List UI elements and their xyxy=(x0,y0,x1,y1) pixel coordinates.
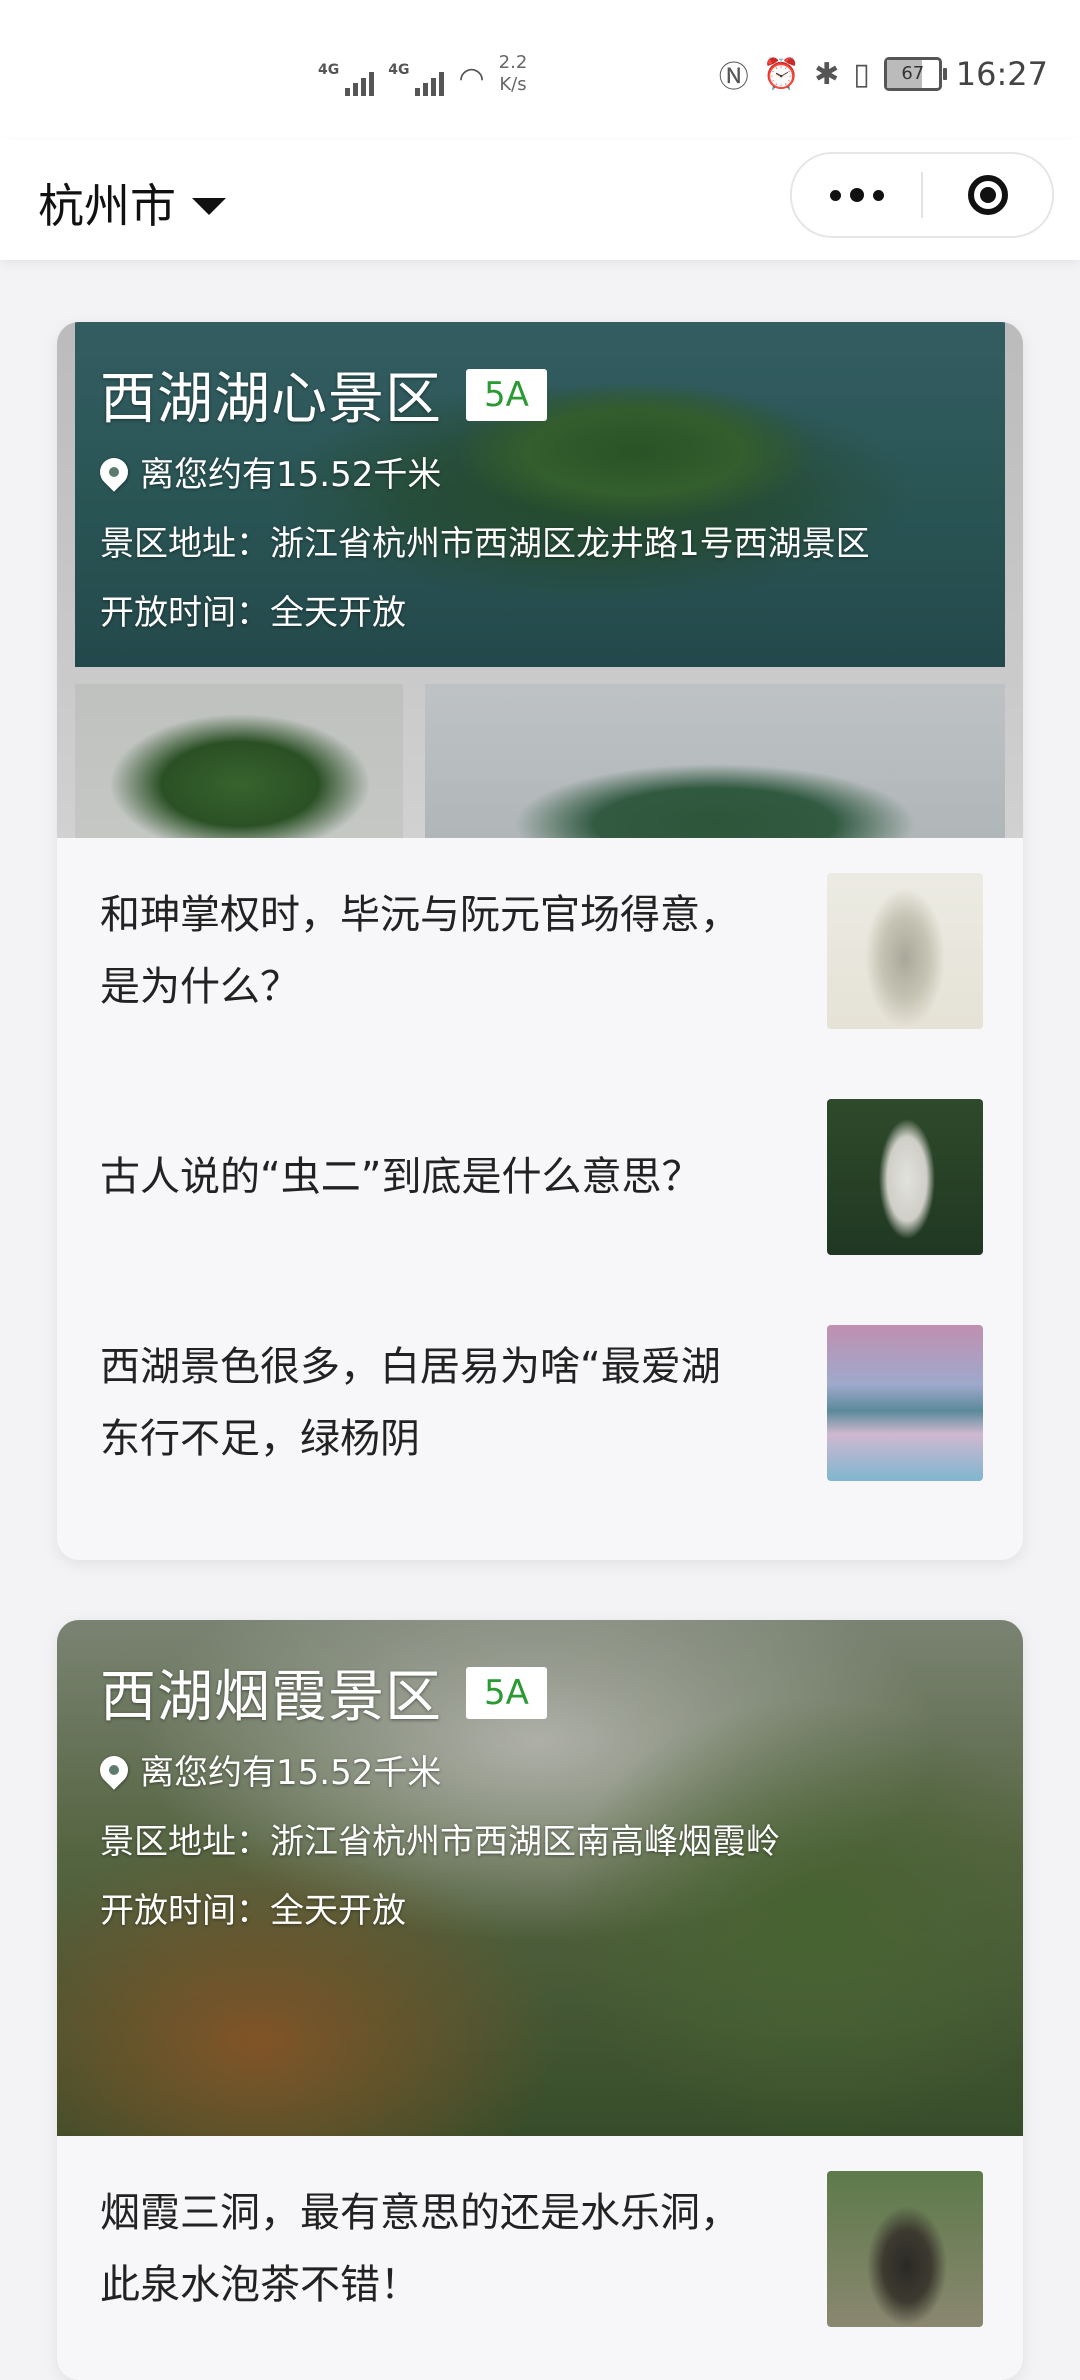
distance-row: 离您约有15.52千米 xyxy=(94,1745,983,1794)
article-thumbnail xyxy=(827,873,983,1029)
location-pin-icon xyxy=(94,451,134,492)
network-type-1: 4G xyxy=(318,62,340,78)
battery-level: 67 xyxy=(901,63,925,84)
clock: 16:27 xyxy=(955,55,1048,93)
caret-down-icon xyxy=(192,197,226,215)
article-item[interactable]: 古人说的“虫二”到底是什么意思？ xyxy=(100,1064,983,1290)
article-title: 西湖景色很多，白居易为啥“最爱湖东行不足，绿杨阴 xyxy=(100,1344,721,1462)
scenic-card[interactable]: 西湖湖心景区 5A 离您约有15.52千米 景区地址：浙江省杭州市西湖区龙井路1… xyxy=(57,322,1023,1560)
target-icon xyxy=(967,175,1008,215)
scenic-address: 景区地址：浙江省杭州市西湖区龙井路1号西湖景区 xyxy=(100,524,870,564)
network-speed: 2.2 K/s xyxy=(499,52,528,96)
nfc-icon: Ⓝ xyxy=(718,60,749,95)
article-thumbnail xyxy=(827,1099,983,1255)
bluetooth-icon: ✱ xyxy=(814,56,840,92)
article-title: 烟霞三洞，最有意思的还是水乐洞，此泉水泡茶不错！ xyxy=(100,2190,740,2308)
cellular-signal-2-icon: 4G xyxy=(388,62,445,96)
status-right: Ⓝ ⏰ ✱ ▯ 67 16:27 xyxy=(719,52,1048,96)
article-list: 烟霞三洞，最有意思的还是水乐洞，此泉水泡茶不错！ xyxy=(57,2136,1023,2362)
battery-icon: 67 xyxy=(883,57,947,91)
distance-text: 离您约有15.52千米 xyxy=(140,455,442,495)
scenic-title: 西湖烟霞景区 xyxy=(100,1665,442,1730)
scenic-title: 西湖湖心景区 xyxy=(100,367,442,432)
speed-unit: K/s xyxy=(499,74,527,95)
more-dot-icon xyxy=(849,188,864,202)
distance-text: 离您约有15.52千米 xyxy=(140,1753,442,1793)
alarm-icon: ⏰ xyxy=(762,56,801,92)
rating-badge: 5A xyxy=(466,1666,547,1719)
article-list: 和珅掌权时，毕沅与阮元官场得意，是为什么？ 古人说的“虫二”到底是什么意思？ 西… xyxy=(57,838,1023,1516)
scenic-hero-image[interactable]: 西湖湖心景区 5A 离您约有15.52千米 景区地址：浙江省杭州市西湖区龙井路1… xyxy=(57,322,1023,838)
article-title: 和珅掌权时，毕沅与阮元官场得意，是为什么？ xyxy=(100,892,740,1010)
scenic-info: 西湖湖心景区 5A 离您约有15.52千米 景区地址：浙江省杭州市西湖区龙井路1… xyxy=(94,354,983,634)
city-label: 杭州市 xyxy=(38,179,176,233)
article-item[interactable]: 西湖景色很多，白居易为啥“最爱湖东行不足，绿杨阴 xyxy=(100,1290,983,1516)
location-pin-icon xyxy=(94,1749,134,1790)
article-title: 古人说的“虫二”到底是什么意思？ xyxy=(100,1154,702,1200)
miniprogram-capsule xyxy=(790,152,1054,238)
title-row: 西湖湖心景区 5A xyxy=(100,354,983,435)
network-indicators: 4G 4G ◠ 2.2 K/s xyxy=(318,52,527,96)
close-miniprogram-button[interactable] xyxy=(923,154,1052,236)
scenic-info: 西湖烟霞景区 5A 离您约有15.52千米 景区地址：浙江省杭州市西湖区南高峰烟… xyxy=(94,1652,983,1932)
more-button[interactable] xyxy=(792,154,921,236)
article-item[interactable]: 烟霞三洞，最有意思的还是水乐洞，此泉水泡茶不错！ xyxy=(100,2136,983,2362)
scenic-hero-image[interactable]: 西湖烟霞景区 5A 离您约有15.52千米 景区地址：浙江省杭州市西湖区南高峰烟… xyxy=(57,1620,1023,2136)
title-row: 西湖烟霞景区 5A xyxy=(100,1652,983,1733)
opening-hours: 开放时间：全天开放 xyxy=(100,593,406,633)
distance-row: 离您约有15.52千米 xyxy=(94,447,983,496)
status-bar: 4G 4G ◠ 2.2 K/s Ⓝ ⏰ ✱ ▯ 67 16:27 xyxy=(0,0,1080,140)
article-item[interactable]: 和珅掌权时，毕沅与阮元官场得意，是为什么？ xyxy=(100,838,983,1064)
wifi-icon: ◠ xyxy=(458,61,485,96)
article-thumbnail xyxy=(827,2171,983,2327)
more-dot-icon xyxy=(829,189,841,201)
speed-value: 2.2 xyxy=(498,52,528,73)
network-type-2: 4G xyxy=(388,62,410,78)
rating-badge: 5A xyxy=(466,368,547,421)
city-selector[interactable]: 杭州市 xyxy=(38,170,226,236)
cellular-signal-1-icon: 4G xyxy=(318,62,375,96)
opening-hours: 开放时间：全天开放 xyxy=(100,1891,406,1931)
vibrate-icon: ▯ xyxy=(853,56,870,92)
scenic-card[interactable]: 西湖烟霞景区 5A 离您约有15.52千米 景区地址：浙江省杭州市西湖区南高峰烟… xyxy=(57,1620,1023,2380)
article-thumbnail xyxy=(827,1325,983,1481)
more-dot-icon xyxy=(872,189,884,201)
scenic-address: 景区地址：浙江省杭州市西湖区南高峰烟霞岭 xyxy=(100,1822,780,1862)
nav-bar: 杭州市 xyxy=(0,140,1080,260)
